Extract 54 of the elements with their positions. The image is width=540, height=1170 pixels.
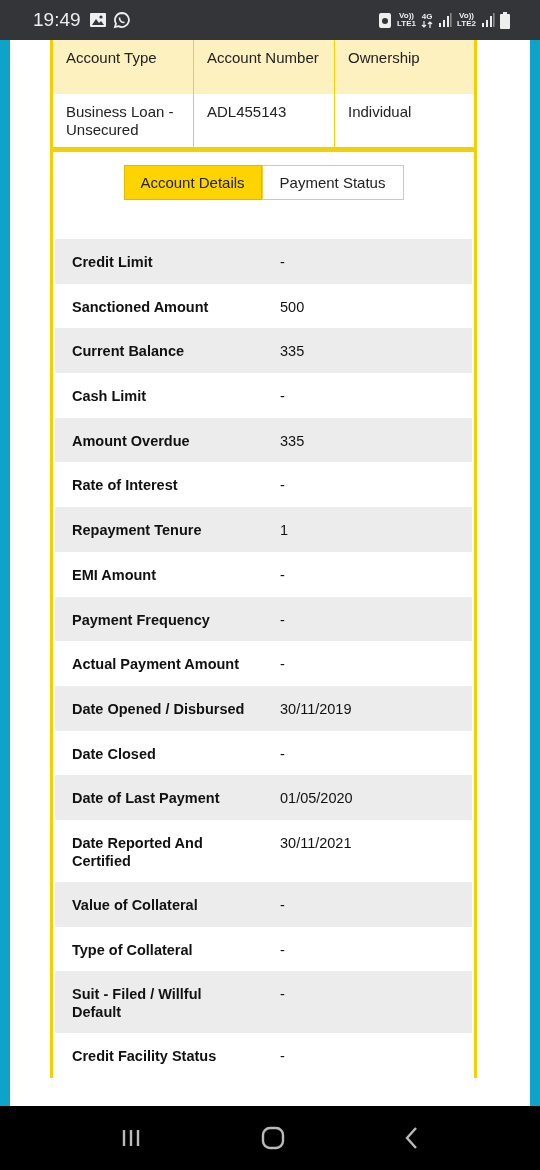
detail-label: Date Opened / Disbursed bbox=[72, 699, 246, 718]
detail-value: - bbox=[279, 940, 286, 959]
detail-label: Value of Collateral bbox=[72, 895, 199, 914]
chat-icon bbox=[112, 11, 131, 29]
clock-time: 19:49 bbox=[33, 9, 81, 31]
column-header: Ownership bbox=[335, 40, 474, 94]
detail-label: Date of Last Payment bbox=[72, 789, 221, 808]
detail-label: Repayment Tenure bbox=[72, 521, 203, 540]
image-icon bbox=[88, 12, 107, 28]
detail-value: - bbox=[279, 744, 286, 763]
signal-icon bbox=[481, 12, 495, 28]
detail-value: - bbox=[279, 985, 286, 1004]
detail-label: Type of Collateral bbox=[72, 940, 194, 959]
tab[interactable]: Payment Status bbox=[261, 165, 404, 200]
detail-label: Credit Limit bbox=[72, 253, 154, 271]
network-label: Vo)) bbox=[459, 12, 474, 20]
detail-value: - bbox=[279, 565, 286, 584]
detail-label: Amount Overdue bbox=[72, 431, 191, 450]
detail-label: Suit - Filed / Willful Default bbox=[72, 985, 203, 1022]
home-icon[interactable] bbox=[261, 1126, 285, 1150]
column-header: Account Number bbox=[194, 40, 335, 94]
detail-value: - bbox=[279, 253, 286, 271]
signal-icon bbox=[438, 12, 453, 28]
network-label: 4G bbox=[421, 12, 433, 21]
detail-value: 500 bbox=[279, 297, 306, 316]
detail-value: - bbox=[279, 655, 286, 674]
detail-value: 01/05/2020 bbox=[279, 789, 354, 808]
detail-label: Date Reported And Certified bbox=[72, 833, 204, 870]
detail-label: Actual Payment Amount bbox=[72, 655, 241, 674]
detail-value: 30/11/2021 bbox=[279, 833, 353, 852]
detail-value: - bbox=[279, 895, 286, 914]
detail-value: - bbox=[279, 387, 286, 406]
detail-label: Current Balance bbox=[72, 342, 185, 361]
detail-label: Date Closed bbox=[72, 744, 157, 763]
detail-value: - bbox=[279, 1047, 286, 1066]
detail-label: EMI Amount bbox=[72, 565, 158, 584]
detail-label: Cash Limit bbox=[72, 387, 148, 406]
network-label: LTE2 bbox=[457, 20, 476, 28]
tab[interactable]: Account Details bbox=[123, 165, 262, 200]
detail-value: 1 bbox=[279, 521, 290, 540]
battery-icon bbox=[500, 11, 510, 29]
network-label: LTE1 bbox=[397, 20, 417, 28]
detail-label: Credit Facility Status bbox=[72, 1047, 218, 1066]
detail-value: 335 bbox=[279, 342, 306, 361]
detail-label: Sanctioned Amount bbox=[72, 297, 210, 316]
detail-value: 30/11/2019 bbox=[279, 699, 353, 718]
network-label: Vo)) bbox=[399, 12, 415, 20]
detail-value: 335 bbox=[279, 431, 306, 450]
detail-value: - bbox=[279, 610, 286, 629]
detail-value: - bbox=[279, 476, 286, 495]
data-arrows-icon bbox=[421, 20, 434, 28]
column-header: Account Type bbox=[53, 40, 194, 94]
detail-label: Payment Frequency bbox=[72, 610, 211, 629]
detail-label: Rate of Interest bbox=[72, 476, 179, 495]
